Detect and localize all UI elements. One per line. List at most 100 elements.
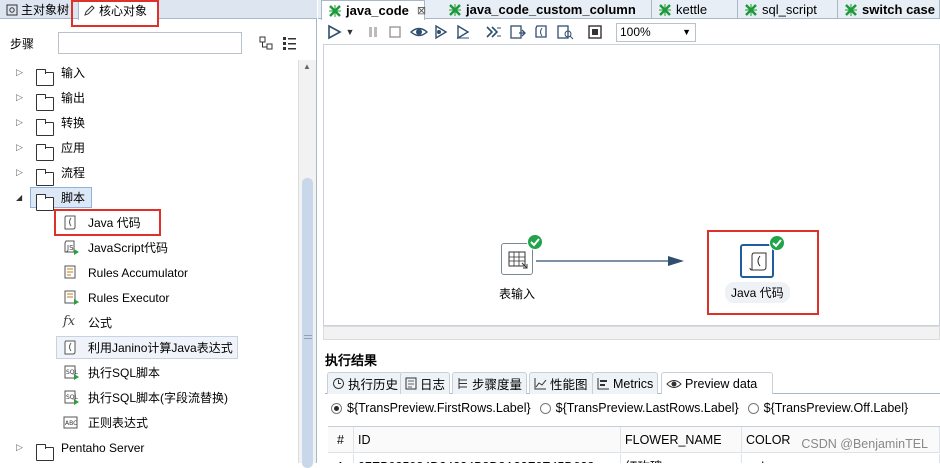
transformation-icon — [658, 3, 672, 17]
tab-label: java_code_custom_column — [466, 2, 636, 17]
tree-folder-input[interactable]: ▷ 输入 — [0, 60, 298, 86]
expand-all-icon[interactable] — [259, 36, 273, 50]
metrics-list-icon — [457, 377, 469, 390]
tab-core-objects[interactable]: 核心对象 — [78, 0, 158, 20]
svg-text:SQL: SQL — [66, 394, 79, 401]
tab-label: 主对象树 — [21, 3, 70, 17]
tree-folder-pentaho-server[interactable]: ▷ Pentaho Server — [0, 435, 298, 461]
tab-switch-case[interactable]: switch case — [838, 0, 940, 19]
canvas-scrollbar[interactable] — [323, 326, 940, 340]
tree-step-rules-accumulator[interactable]: Rules Accumulator — [0, 260, 298, 285]
tree-folder-transform[interactable]: ▷ 转换 — [0, 110, 298, 136]
tab-kettle[interactable]: kettle — [652, 0, 738, 19]
rules-icon — [62, 264, 80, 281]
sql-generate-icon[interactable] — [533, 23, 551, 41]
tab-preview-data[interactable]: Preview data — [661, 372, 773, 394]
status-ok-icon — [527, 234, 543, 250]
folder-icon — [35, 118, 54, 136]
tree-label: 输入 — [61, 66, 86, 80]
svg-text:ABC: ABC — [65, 420, 77, 427]
tree-step-java-code[interactable]: Java 代码 — [0, 210, 298, 235]
chevron-down-icon[interactable]: ▼ — [682, 24, 691, 41]
tree-step-exec-sql[interactable]: SQL 执行SQL脚本 — [0, 360, 298, 385]
impact-icon[interactable] — [509, 23, 527, 41]
chevron-down-icon[interactable]: ◢ — [16, 193, 22, 202]
explore-db-icon[interactable] — [556, 23, 574, 41]
step-java-code[interactable] — [740, 244, 774, 278]
tree-step-janino[interactable]: 利用Janino计算Java表达式 — [0, 335, 298, 360]
chevron-right-icon[interactable]: ▷ — [16, 442, 23, 453]
line-chart-icon — [534, 377, 547, 390]
tree-label: 应用 — [61, 141, 86, 155]
tree-label: 脚本 — [61, 191, 86, 205]
tree-label: Rules Accumulator — [88, 265, 189, 280]
show-results-icon[interactable] — [586, 23, 604, 41]
radio-first-rows[interactable] — [331, 402, 342, 414]
scrollbar-thumb[interactable] — [302, 178, 313, 468]
tab-main-object-tree[interactable]: 主对象树 — [2, 0, 76, 19]
tree-label: 流程 — [61, 166, 86, 180]
tree-step-rules-executor[interactable]: Rules Executor — [0, 285, 298, 310]
search-input[interactable] — [58, 32, 242, 54]
tab-step-metrics[interactable]: 步骤度量 — [452, 372, 528, 394]
tree-label: 转换 — [61, 116, 86, 130]
tree-label: Rules Executor — [88, 290, 170, 305]
verify-icon[interactable] — [485, 23, 503, 41]
table-cell: red — [742, 454, 940, 463]
tree-scrollbar[interactable]: ▲ — [298, 60, 316, 468]
tree-label: 执行SQL脚本 — [88, 366, 161, 380]
tab-java-code[interactable]: java_code ⊠ — [321, 0, 426, 20]
chevron-right-icon[interactable]: ▷ — [16, 117, 23, 128]
debug-icon[interactable] — [432, 23, 450, 41]
step-label: Java 代码 — [725, 282, 790, 303]
chevron-right-icon[interactable]: ▷ — [16, 67, 23, 78]
tree-step-formula[interactable]: fx 公式 — [0, 310, 298, 335]
chevron-right-icon[interactable]: ▷ — [16, 92, 23, 103]
scroll-up-icon[interactable]: ▲ — [303, 62, 311, 71]
transformation-icon — [844, 3, 858, 17]
tree-folder-script[interactable]: ◢ 脚本 — [0, 185, 298, 211]
radio-last-rows[interactable] — [539, 402, 551, 414]
tree-folder-output[interactable]: ▷ 输出 — [0, 85, 298, 111]
tab-log[interactable]: 日志 — [400, 372, 451, 394]
tab-label: 步骤度量 — [472, 378, 523, 392]
column-header[interactable]: ID — [354, 427, 621, 453]
run-icon[interactable] — [325, 23, 343, 41]
tree-step-exec-sql-field[interactable]: SQL 执行SQL脚本(字段流替换) — [0, 385, 298, 410]
tree-view-icon — [6, 4, 18, 16]
tree-folder-application[interactable]: ▷ 应用 — [0, 135, 298, 161]
tab-metrics[interactable]: Metrics — [592, 372, 659, 394]
column-header[interactable]: # — [328, 427, 354, 453]
collapse-all-icon[interactable] — [282, 36, 296, 50]
tree-label: Pentaho Server — [61, 440, 145, 455]
tree-folder-flow[interactable]: ▷ 流程 — [0, 160, 298, 186]
stop-icon[interactable] — [386, 23, 404, 41]
tab-label: 核心对象 — [99, 4, 148, 18]
chevron-right-icon[interactable]: ▷ — [16, 167, 23, 178]
tab-sql-script[interactable]: sql_script — [738, 0, 838, 19]
tab-label: 日志 — [420, 378, 446, 392]
tab-java-code-custom-column[interactable]: java_code_custom_column — [442, 0, 652, 19]
close-icon[interactable]: ⊠ — [417, 4, 426, 17]
folder-icon — [35, 93, 54, 111]
chevron-right-icon[interactable]: ▷ — [16, 142, 23, 153]
replay-icon[interactable] — [454, 23, 472, 41]
tab-performance-graph[interactable]: 性能图 — [529, 372, 593, 394]
preview-icon[interactable] — [410, 23, 428, 41]
table-cell: 1 — [328, 454, 354, 463]
sql-icon: SQL — [62, 364, 80, 381]
metrics-icon — [597, 377, 610, 390]
zoom-select[interactable]: 100% ▼ — [616, 23, 696, 42]
tree-step-regex[interactable]: ABC 正则表达式 — [0, 410, 298, 435]
table-input-icon — [508, 250, 528, 270]
folder-icon — [35, 443, 54, 461]
search-row: 步骤 — [0, 28, 317, 58]
column-header[interactable]: FLOWER_NAME — [621, 427, 742, 453]
pause-icon[interactable] — [364, 23, 382, 41]
tab-execution-history[interactable]: 执行历史 — [327, 372, 404, 394]
status-ok-icon — [769, 235, 785, 251]
transformation-canvas[interactable]: 表输入 Java 代码 — [323, 44, 940, 326]
tree-step-javascript[interactable]: JS JavaScript代码 — [0, 235, 298, 260]
radio-off[interactable] — [747, 402, 759, 414]
run-dropdown-icon[interactable]: ▼ — [345, 23, 355, 41]
